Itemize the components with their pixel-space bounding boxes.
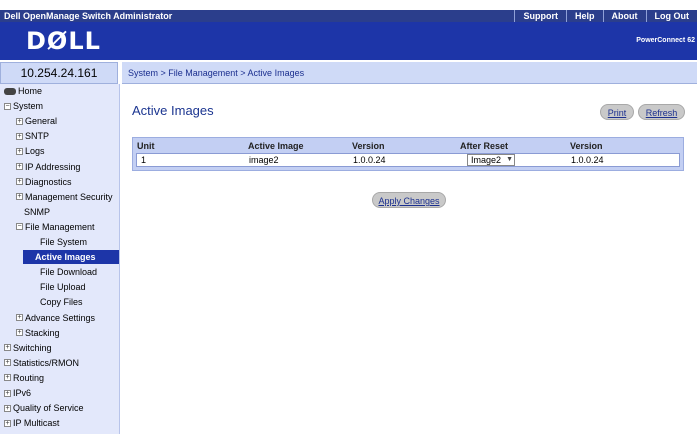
sidebar-item-quality-of-service[interactable]: + Quality of Service bbox=[4, 401, 84, 415]
expand-icon[interactable]: + bbox=[4, 404, 11, 412]
sidebar-item-routing[interactable]: + Routing bbox=[4, 371, 44, 385]
expand-icon[interactable]: + bbox=[16, 314, 23, 321]
home-icon bbox=[4, 87, 16, 95]
sidebar-item-statistics-rmon[interactable]: + Statistics/RMON bbox=[4, 356, 79, 370]
sidebar-item-label: Statistics/RMON bbox=[13, 357, 80, 368]
sidebar-item-ipv6[interactable]: + IPv6 bbox=[4, 386, 31, 400]
col-unit: Unit bbox=[137, 141, 155, 151]
unit-cell: 1 bbox=[141, 155, 147, 165]
sidebar-item-label: Routing bbox=[13, 372, 45, 383]
breadcrumb: System > File Management > Active Images bbox=[122, 62, 697, 84]
sidebar-item-ip-multicast[interactable]: + IP Multicast bbox=[4, 416, 59, 430]
col-active-image: Active Image bbox=[248, 141, 304, 151]
expand-icon[interactable]: + bbox=[16, 117, 23, 125]
print-button[interactable]: Print bbox=[600, 104, 634, 120]
support-link[interactable]: Support bbox=[514, 10, 566, 22]
expand-icon[interactable]: + bbox=[16, 132, 23, 140]
expand-icon[interactable]: + bbox=[16, 147, 23, 155]
page-title: Active Images bbox=[132, 103, 214, 118]
sidebar-item-snmp[interactable]: SNMP bbox=[24, 205, 50, 219]
sidebar-item-label: File System bbox=[40, 237, 88, 247]
collapse-icon[interactable]: − bbox=[16, 223, 23, 231]
chevron-down-icon: ▼ bbox=[506, 156, 513, 163]
col-version-after: Version bbox=[570, 141, 603, 151]
after-reset-value: Image2 bbox=[471, 155, 502, 165]
sidebar-item-label: File Download bbox=[40, 267, 98, 278]
expand-icon[interactable]: + bbox=[4, 389, 11, 397]
sidebar-item-ip-addressing[interactable]: + IP Addressing bbox=[16, 160, 80, 174]
logout-link[interactable]: Log Out bbox=[645, 10, 697, 22]
sidebar-item-label: SNMP bbox=[24, 206, 51, 217]
sidebar-item-file-upload[interactable]: File Upload bbox=[40, 280, 86, 294]
sidebar-item-label: Stacking bbox=[25, 327, 60, 338]
sidebar-item-label: SNTP bbox=[25, 131, 50, 142]
sidebar-item-label: File Management bbox=[25, 221, 95, 232]
expand-icon[interactable]: + bbox=[16, 163, 23, 170]
expand-icon[interactable]: + bbox=[4, 359, 11, 367]
sidebar-item-active-images[interactable]: Active Images bbox=[23, 250, 119, 265]
sidebar-tree: Home − System + General + SNTP + Logs + IP Address… bbox=[0, 84, 120, 434]
sidebar-item-label: System bbox=[13, 101, 44, 112]
expand-icon[interactable]: + bbox=[16, 193, 23, 201]
sidebar-item-label: General bbox=[25, 116, 58, 127]
expand-icon[interactable]: + bbox=[16, 178, 23, 186]
sidebar-item-advance-settings[interactable]: + Advance Settings bbox=[16, 311, 95, 325]
sidebar-item-diagnostics[interactable]: + Diagnostics bbox=[16, 175, 72, 189]
active-images-table: Unit Active Image Version After Reset Ve… bbox=[132, 137, 684, 171]
sidebar-item-label: IP Multicast bbox=[13, 418, 60, 429]
sidebar-item-management-security[interactable]: + Management Security bbox=[16, 190, 113, 204]
model-label: PowerConnect 62 bbox=[636, 37, 695, 44]
dell-logo: DØLL bbox=[26, 27, 101, 55]
sidebar-item-label: IPv6 bbox=[13, 388, 32, 398]
sidebar-item-label: Active Images bbox=[35, 252, 96, 263]
sidebar-item-label: Copy Files bbox=[40, 297, 83, 308]
top-nav: Support Help About Log Out bbox=[514, 10, 697, 22]
version-after-cell: 1.0.0.24 bbox=[571, 155, 604, 165]
switch-ip: 10.254.24.161 bbox=[0, 62, 118, 84]
expand-icon[interactable]: + bbox=[4, 344, 11, 352]
sidebar-item-label: Switching bbox=[13, 342, 52, 353]
active-image-cell: image2 bbox=[249, 155, 279, 165]
help-link[interactable]: Help bbox=[565, 10, 603, 22]
banner: DØLL PowerConnect 62 bbox=[0, 22, 697, 60]
main-content: Active Images Print Refresh Unit Active … bbox=[122, 84, 697, 434]
sidebar-item-switching[interactable]: + Switching bbox=[4, 341, 52, 355]
top-bar: Dell OpenManage Switch Administrator Sup… bbox=[0, 10, 697, 22]
sidebar-item-label: Logs bbox=[25, 146, 45, 157]
col-after-reset: After Reset bbox=[460, 141, 509, 151]
sidebar-item-label: IP Addressing bbox=[25, 161, 81, 172]
expand-icon[interactable]: + bbox=[4, 419, 11, 427]
sidebar-item-label: Management Security bbox=[25, 191, 113, 202]
sidebar-item-stacking[interactable]: + Stacking bbox=[16, 326, 60, 340]
sidebar-item-file-download[interactable]: File Download bbox=[40, 265, 97, 279]
sidebar-item-copy-files[interactable]: Copy Files bbox=[40, 295, 83, 309]
sidebar-item-system[interactable]: − System bbox=[4, 99, 43, 113]
sidebar-item-home[interactable]: Home bbox=[4, 84, 42, 98]
sidebar-item-label: Home bbox=[18, 86, 43, 96]
expand-icon[interactable]: + bbox=[16, 329, 23, 337]
col-version: Version bbox=[352, 141, 385, 151]
sidebar-item-label: File Upload bbox=[40, 282, 86, 293]
sidebar-item-sntp[interactable]: + SNTP bbox=[16, 129, 49, 143]
sidebar-item-label: Advance Settings bbox=[25, 312, 96, 323]
apply-changes-button[interactable]: Apply Changes bbox=[372, 192, 446, 208]
sidebar-item-general[interactable]: + General bbox=[16, 114, 57, 128]
about-link[interactable]: About bbox=[602, 10, 646, 22]
sidebar-item-label: Diagnostics bbox=[25, 176, 72, 187]
refresh-button[interactable]: Refresh bbox=[638, 104, 685, 120]
expand-icon[interactable]: + bbox=[4, 374, 11, 382]
sidebar-item-label: Quality of Service bbox=[13, 403, 84, 414]
after-reset-select[interactable]: Image2 ▼ bbox=[467, 154, 515, 166]
version-cell: 1.0.0.24 bbox=[353, 155, 386, 165]
table-row: 1 image2 1.0.0.24 Image2 ▼ 1.0.0.24 bbox=[136, 153, 680, 167]
sidebar-item-file-system[interactable]: File System bbox=[40, 235, 87, 249]
sidebar-item-logs[interactable]: + Logs bbox=[16, 144, 45, 158]
sidebar-item-file-management[interactable]: − File Management bbox=[16, 220, 95, 234]
app-title: Dell OpenManage Switch Administrator bbox=[4, 11, 173, 21]
collapse-icon[interactable]: − bbox=[4, 102, 11, 110]
